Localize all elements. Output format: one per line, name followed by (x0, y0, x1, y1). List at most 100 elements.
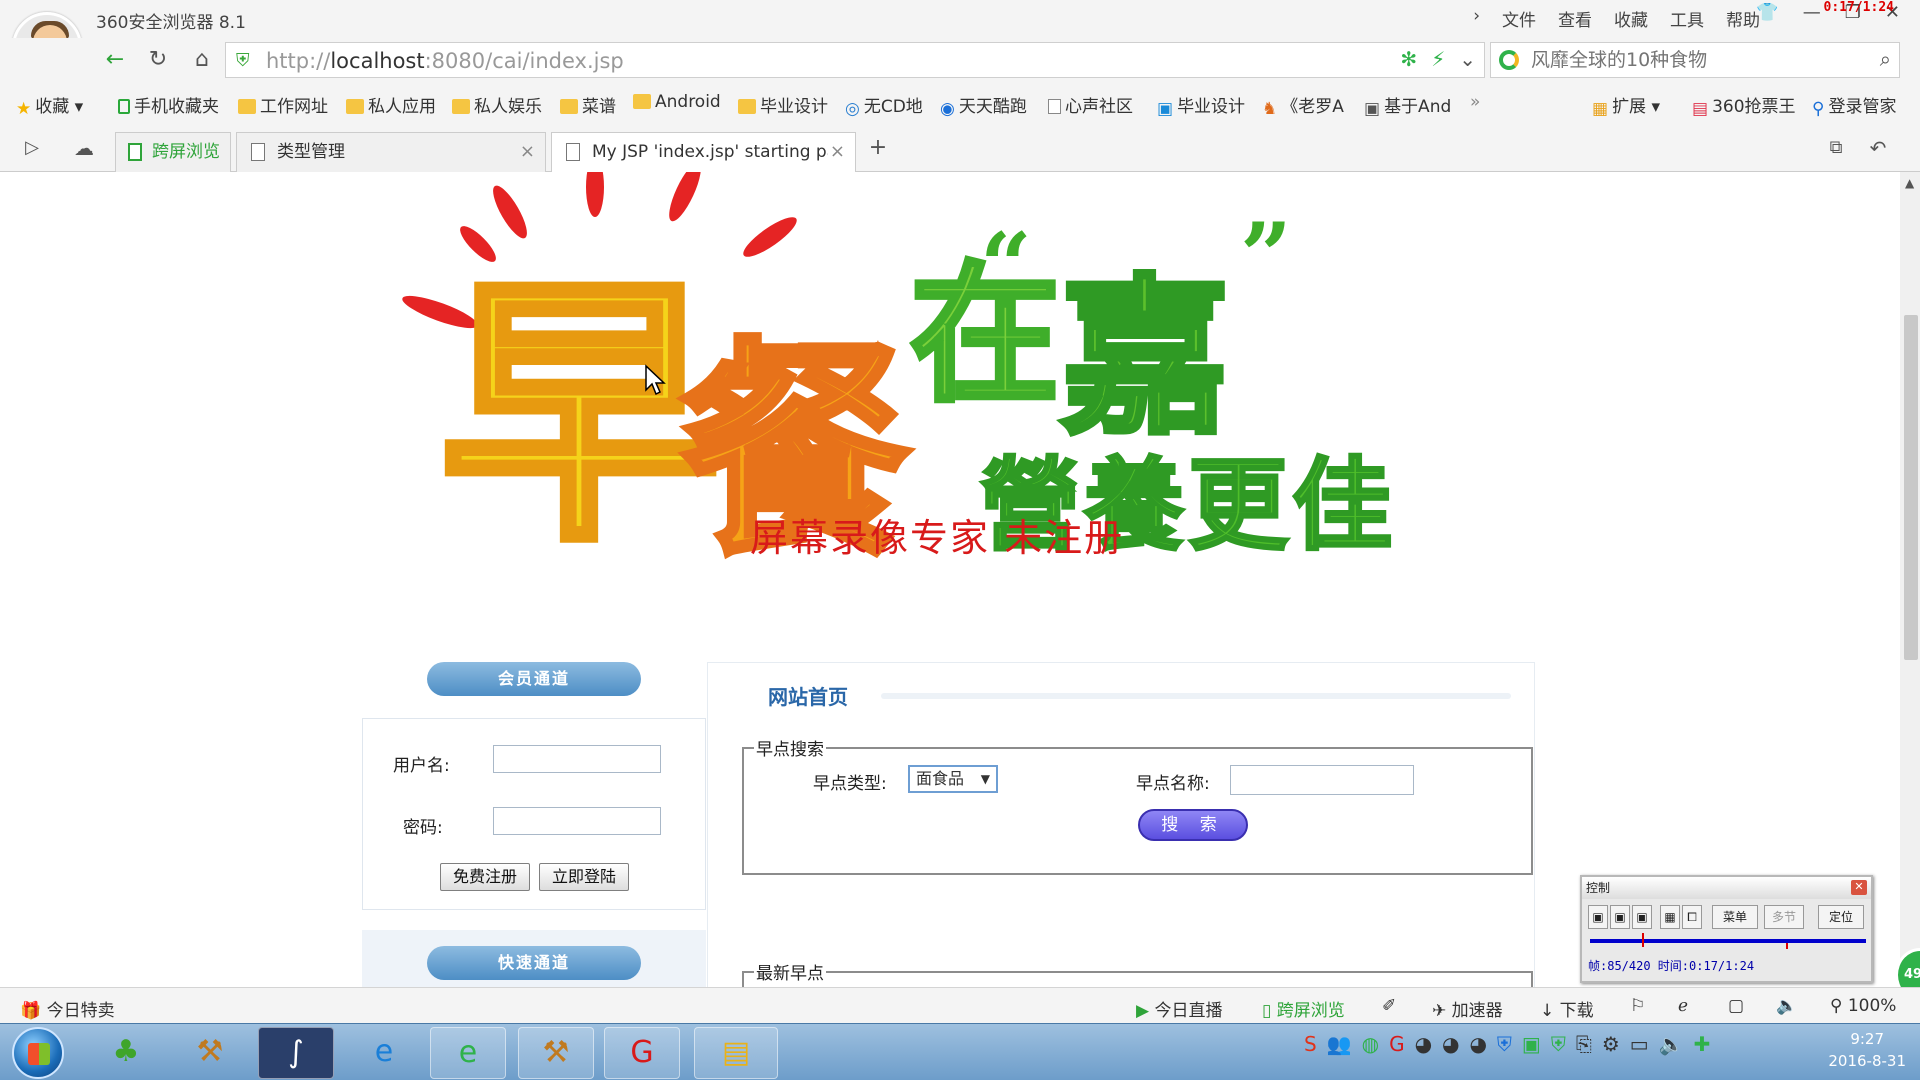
rec-menu-button[interactable]: 菜单 (1712, 905, 1758, 929)
taskbar-app-clover-icon[interactable]: ♣ (88, 1027, 164, 1079)
tab-type-management[interactable]: 类型管理 × (236, 132, 546, 172)
home-icon[interactable]: ⌂ (188, 46, 216, 74)
tray-network-icon[interactable]: ▭ (1630, 1032, 1649, 1056)
tray-app-icon[interactable]: G (1389, 1032, 1405, 1056)
today-live[interactable]: ▶ 今日直播 (1136, 996, 1222, 1021)
volume-icon[interactable]: 🔈 (1776, 996, 1797, 1016)
taskbar-app-explorer-icon[interactable]: ▤ (694, 1027, 778, 1079)
fav-item-fun[interactable]: 私人娱乐 (452, 92, 542, 117)
taskbar-app-eclipse-icon[interactable]: ∫ (258, 1027, 334, 1079)
sidebar-toggle-icon[interactable]: ▷ (18, 134, 46, 162)
rec-button-5[interactable]: ⧠ (1682, 905, 1702, 929)
download[interactable]: ↓ 下载 (1540, 996, 1594, 1021)
login-manager-button[interactable]: ⚲ 登录管家 (1812, 92, 1896, 119)
close-tab-icon[interactable]: × (827, 133, 845, 171)
fav-item-graduation[interactable]: 毕业设计 (738, 92, 828, 117)
tray-qq-icon[interactable]: ◕ (1442, 1032, 1459, 1056)
fav-item-luo[interactable]: ♞ 《老罗A (1262, 92, 1344, 119)
start-button[interactable] (12, 1027, 64, 1079)
menu-view[interactable]: 查看 (1558, 6, 1592, 31)
tray-360-icon[interactable]: ⛨ (1551, 1032, 1566, 1056)
fav-item-android-based[interactable]: ▣ 基于And (1364, 92, 1451, 119)
menu-file[interactable]: 文件 (1502, 6, 1536, 31)
rec-button-2[interactable]: ▣ (1610, 905, 1630, 929)
password-input[interactable] (493, 807, 661, 835)
type-select[interactable]: 面食品 ▼ (908, 765, 998, 793)
fav-item-mobile[interactable]: 手机收藏夹 (118, 92, 219, 117)
search-engine-icon[interactable] (1499, 50, 1519, 70)
address-bar[interactable]: ⛨ http://localhost:8080/cai/index.jsp ✻ … (225, 42, 1485, 78)
today-deals[interactable]: 🎁 今日特卖 (20, 996, 115, 1021)
control-close-button[interactable]: ✕ (1851, 880, 1867, 895)
rec-button-1[interactable]: ▣ (1588, 905, 1608, 929)
search-icon[interactable]: ⌕ (1880, 47, 1891, 71)
register-button[interactable]: 免费注册 (440, 863, 530, 891)
menu-help[interactable]: 帮助 (1726, 6, 1760, 31)
taskbar-app-tools-icon[interactable]: ⚒ (172, 1027, 248, 1079)
gesture-icon[interactable]: ✐ (1382, 996, 1396, 1016)
zoom-control[interactable]: ⚲ 100% (1830, 996, 1896, 1016)
tray-sogou-icon[interactable]: S (1304, 1032, 1317, 1056)
address-url[interactable]: http://localhost:8080/cai/index.jsp (266, 49, 624, 73)
cross-screen-status[interactable]: ▯ 跨屏浏览 (1262, 996, 1345, 1021)
search-button[interactable]: 搜 索 (1138, 809, 1248, 841)
flag-icon[interactable]: ⚐ (1630, 996, 1645, 1016)
close-tab-icon[interactable]: × (520, 133, 535, 171)
accelerator[interactable]: ✈ 加速器 (1432, 996, 1503, 1021)
fav-item-parkour[interactable]: ◉ 天天酷跑 (940, 92, 1027, 119)
chevron-down-icon[interactable]: ⌄ (1459, 47, 1476, 71)
tray-wechat-icon[interactable]: ◍ (1362, 1032, 1379, 1056)
extensions-button[interactable]: ▦ 扩展 ▾ (1592, 92, 1660, 119)
fav-item-graduation-2[interactable]: ▣ 毕业设计 (1157, 92, 1245, 119)
rec-button-4[interactable]: ▦ (1660, 905, 1680, 929)
ticket-button[interactable]: ▤ 360抢票王 (1692, 92, 1796, 119)
refresh-icon[interactable]: ↻ (144, 46, 172, 74)
skin-icon[interactable]: 👕 (1756, 2, 1778, 23)
back-icon[interactable]: ← (101, 46, 129, 74)
tray-qq-icon[interactable]: ◕ (1469, 1032, 1486, 1056)
tray-shield-icon[interactable]: ⛨ (1497, 1032, 1512, 1056)
name-input[interactable] (1230, 765, 1414, 795)
fav-item-work[interactable]: 工作网址 (238, 92, 328, 117)
fav-item-android[interactable]: Android (633, 92, 721, 112)
tray-plus-icon[interactable]: ✚ (1694, 1032, 1711, 1056)
fav-item-recipes[interactable]: 菜谱 (560, 92, 616, 117)
tray-tool-icon[interactable]: ⚙ (1602, 1032, 1620, 1056)
minimize-button[interactable]: — (1803, 2, 1821, 23)
search-input[interactable] (1531, 48, 1851, 72)
menu-expand-icon[interactable]: › (1473, 6, 1480, 31)
home-title[interactable]: 网站首页 (768, 681, 848, 710)
scroll-thumb[interactable] (1904, 315, 1918, 660)
control-panel-title[interactable]: 控制 (1582, 877, 1871, 899)
rec-multi-button[interactable]: 多节 (1764, 905, 1804, 929)
playback-track[interactable] (1590, 939, 1866, 943)
username-input[interactable] (493, 745, 661, 773)
tab-cross-screen[interactable]: 跨屏浏览 (115, 132, 231, 172)
fav-item-nocd[interactable]: ◎ 无CD地 (845, 92, 923, 119)
taskbar-app-recorder-icon[interactable]: G (604, 1027, 680, 1079)
tray-monitor-icon[interactable]: ▣ (1522, 1032, 1541, 1056)
vertical-scrollbar[interactable]: ▲ (1900, 172, 1920, 987)
fav-item-collect[interactable]: ★ 收藏 ▾ (16, 92, 83, 119)
fav-item-community[interactable]: 心声社区 (1048, 92, 1133, 117)
speed-icon[interactable]: ✻ (1400, 47, 1417, 71)
login-button[interactable]: 立即登陆 (539, 863, 629, 891)
rec-locate-button[interactable]: 定位 (1818, 905, 1864, 929)
rec-button-3[interactable]: ▣ (1632, 905, 1652, 929)
restore-tabs-icon[interactable]: ⧉ (1822, 134, 1850, 162)
menu-favorites[interactable]: 收藏 (1614, 6, 1648, 31)
tray-people-icon[interactable]: 👥 (1327, 1032, 1352, 1056)
menu-tools[interactable]: 工具 (1670, 6, 1704, 31)
undo-close-icon[interactable]: ↶ (1864, 134, 1892, 162)
fav-item-apps[interactable]: 私人应用 (346, 92, 436, 117)
tray-qq-icon[interactable]: ◕ (1415, 1032, 1432, 1056)
cloud-icon[interactable]: ☁ (70, 134, 98, 162)
taskbar-app-tools2-icon[interactable]: ⚒ (518, 1027, 594, 1079)
fav-more-button[interactable]: » (1470, 92, 1480, 112)
window-icon[interactable]: ▢ (1728, 996, 1744, 1016)
lightning-icon[interactable]: ⚡ (1431, 47, 1445, 71)
tray-usb-icon[interactable]: ⎘ (1576, 1032, 1592, 1056)
taskbar-app-360browser-icon[interactable]: e (430, 1027, 506, 1079)
system-clock[interactable]: 9:27 2016-8-31 (1828, 1028, 1906, 1072)
taskbar-app-ie-icon[interactable]: e (346, 1027, 422, 1079)
